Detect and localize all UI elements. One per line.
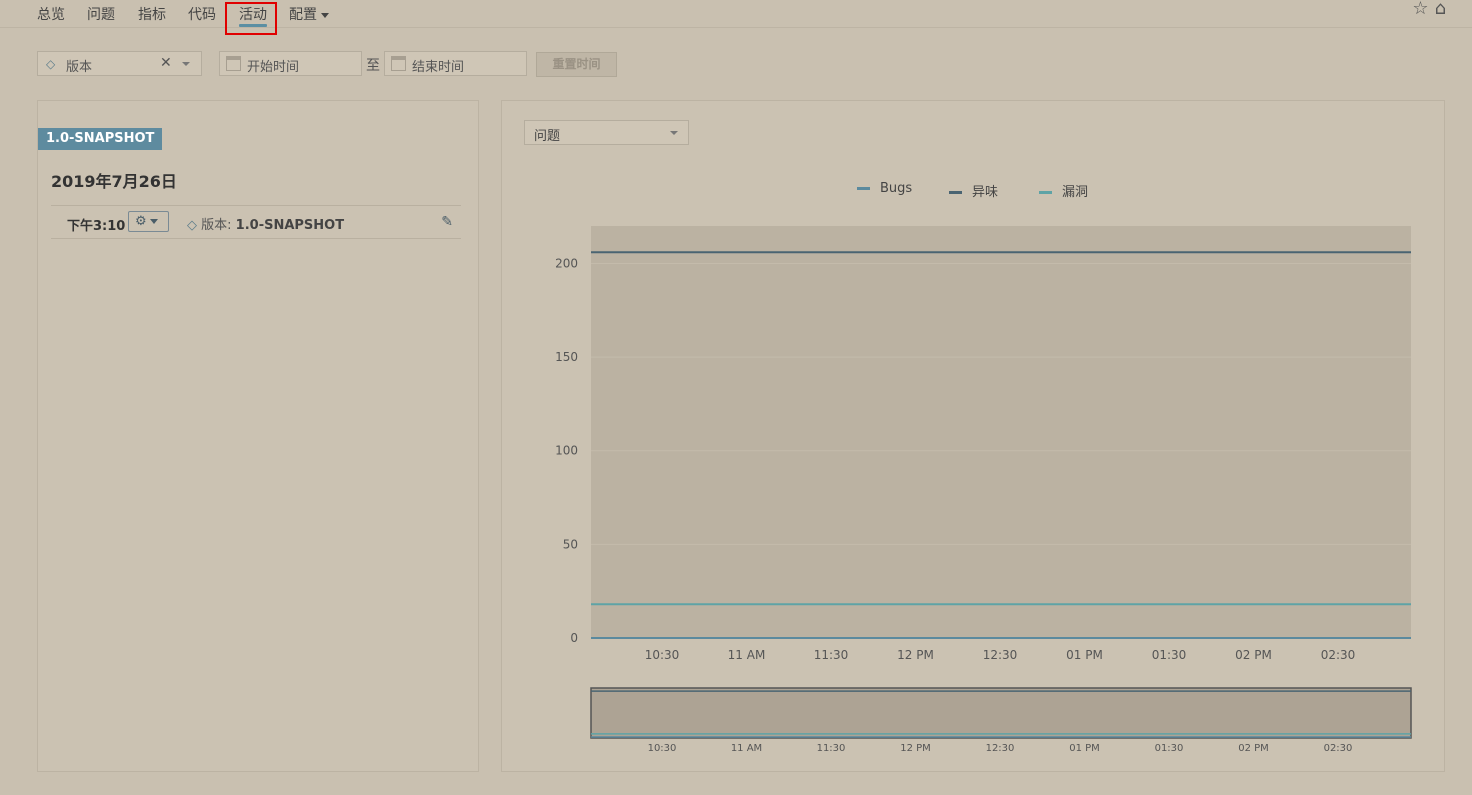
activity-event-row: 下午3:10 ⚙ ◇ 版本: 1.0-SNAPSHOT ✎ [51,205,461,239]
diamond-icon: ◇ [187,218,197,233]
chevron-down-icon [149,219,158,224]
date-range-separator: 至 [366,58,380,74]
calendar-icon [226,56,241,71]
zoom-x-tick-label: 11 AM [731,743,762,754]
gear-icon: ⚙ [135,214,147,229]
x-tick-label: 10:30 [645,648,680,662]
zoom-x-tick-label: 10:30 [648,743,677,754]
x-tick-label: 11:30 [814,648,849,662]
zoom-x-tick-label: 02 PM [1238,743,1269,754]
start-date-placeholder: 开始时间 [247,60,300,75]
nav-administration-label: 配置 [289,7,317,23]
plot-area [591,226,1411,638]
y-tick-label: 100 [555,444,578,458]
chevron-down-icon [321,12,329,18]
calendar-icon [391,56,406,71]
event-time: 下午3:10 [67,219,126,234]
x-tick-label: 12:30 [983,648,1018,662]
active-tab-highlight [225,2,277,35]
event-version: ◇ 版本: 1.0-SNAPSHOT [187,214,344,233]
version-filter-select[interactable]: ◇ 版本 ✕ [37,51,202,76]
zoom-x-tick-label: 01 PM [1069,743,1100,754]
zoom-brush [590,687,1412,739]
x-tick-label: 02 PM [1235,648,1272,662]
reset-dates-button[interactable]: 重置时间 [536,52,617,77]
issues-chart: 0 50 100 150 200 10:30 11 AM 11:30 12 PM 12:30 01 … [555,226,1412,754]
y-tick-label: 0 [570,631,578,645]
home-icon[interactable]: ⌂ [1435,0,1446,19]
zoom-x-tick-label: 12:30 [986,743,1015,754]
end-date-input[interactable]: 结束时间 [384,51,527,76]
x-tick-label: 11 AM [728,648,766,662]
x-tick-label: 01 PM [1066,648,1103,662]
version-filter-label: 版本 [66,60,93,75]
x-tick-label: 01:30 [1152,648,1187,662]
version-tag: 1.0-SNAPSHOT [38,128,163,150]
clear-icon[interactable]: ✕ [160,55,172,71]
nav-measures[interactable]: 指标 [138,4,166,24]
end-date-placeholder: 结束时间 [412,60,465,75]
project-activity-panel: 1.0-SNAPSHOT 2019年7月26日 下午3:10 ⚙ ◇ 版本: 1… [37,100,479,772]
y-tick-label: 150 [555,350,578,364]
star-icon[interactable]: ☆ [1412,0,1428,19]
zoom-x-tick-label: 01:30 [1155,743,1184,754]
activity-date-heading: 2019年7月26日 [51,172,177,191]
nav-administration[interactable]: 配置 [289,4,329,24]
zoom-x-tick-label: 02:30 [1324,743,1353,754]
nav-overview[interactable]: 总览 [37,4,65,24]
y-tick-label: 50 [563,537,578,551]
nav-code[interactable]: 代码 [188,4,216,24]
x-tick-label: 12 PM [897,648,934,662]
start-date-input[interactable]: 开始时间 [219,51,362,76]
zoom-x-tick-label: 11:30 [817,743,846,754]
top-navigation: 总览 问题 指标 代码 活动 配置 ☆ ⌂ [0,0,1472,28]
edit-icon[interactable]: ✎ [441,214,453,230]
event-version-name: 1.0-SNAPSHOT [235,218,345,233]
top-icons: ☆ ⌂ [1406,0,1446,19]
event-actions-button[interactable]: ⚙ [128,211,169,232]
nav-issues[interactable]: 问题 [87,4,115,24]
x-tick-label: 02:30 [1321,648,1356,662]
chevron-down-icon [182,62,190,66]
activity-graph-panel: 问题 Bugs 异味 漏洞 0 50 100 150 200 10:30 11 AM 11:3… [501,100,1445,772]
diamond-icon: ◇ [46,57,56,71]
y-tick-label: 200 [555,256,578,270]
event-version-prefix: 版本: [201,218,232,233]
zoom-x-tick-label: 12 PM [900,743,931,754]
